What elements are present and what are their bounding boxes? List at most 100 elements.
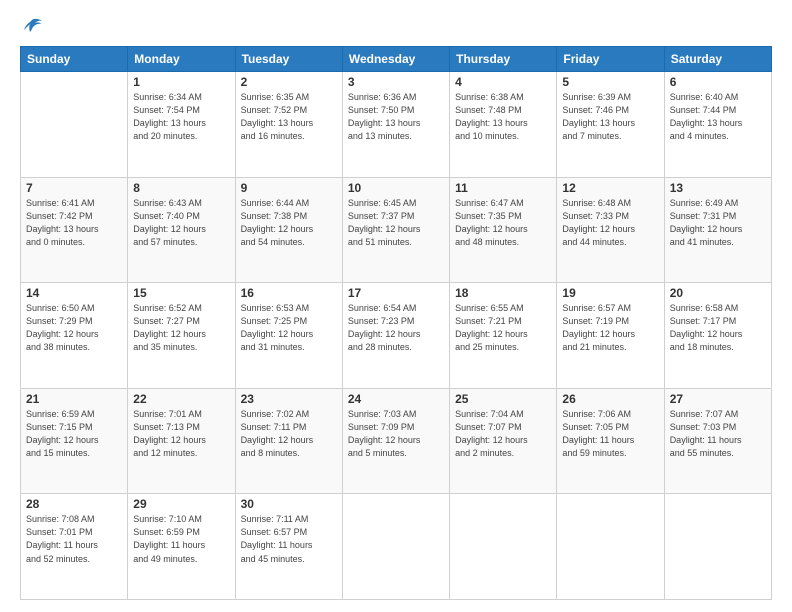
- calendar-cell: 4 Sunrise: 6:38 AM Sunset: 7:48 PM Daylig…: [450, 72, 557, 178]
- col-header-wednesday: Wednesday: [342, 47, 449, 72]
- day-number: 2: [241, 75, 337, 89]
- day-number: 18: [455, 286, 551, 300]
- calendar-cell: 28 Sunrise: 7:08 AM Sunset: 7:01 PM Dayli…: [21, 494, 128, 600]
- calendar-cell: 27 Sunrise: 7:07 AM Sunset: 7:03 PM Dayli…: [664, 388, 771, 494]
- calendar-week-3: 14 Sunrise: 6:50 AM Sunset: 7:29 PM Dayli…: [21, 283, 772, 389]
- calendar-cell: 5 Sunrise: 6:39 AM Sunset: 7:46 PM Daylig…: [557, 72, 664, 178]
- day-info: Sunrise: 7:08 AM Sunset: 7:01 PM Dayligh…: [26, 513, 122, 565]
- day-info: Sunrise: 6:58 AM Sunset: 7:17 PM Dayligh…: [670, 302, 766, 354]
- calendar-cell: 22Sunrise: 7:01 AM Sunset: 7:13 PM Dayli…: [128, 388, 235, 494]
- day-number: 12: [562, 181, 658, 195]
- day-number: 17: [348, 286, 444, 300]
- logo: [20, 18, 42, 36]
- day-number: 27: [670, 392, 766, 406]
- day-info: Sunrise: 6:52 AM Sunset: 7:27 PM Dayligh…: [133, 302, 229, 354]
- day-info: Sunrise: 6:57 AM Sunset: 7:19 PM Dayligh…: [562, 302, 658, 354]
- day-info: Sunrise: 7:06 AM Sunset: 7:05 PM Dayligh…: [562, 408, 658, 460]
- calendar-cell: 29 Sunrise: 7:10 AM Sunset: 6:59 PM Dayli…: [128, 494, 235, 600]
- day-number: 21: [26, 392, 122, 406]
- calendar-cell: [342, 494, 449, 600]
- day-number: 29: [133, 497, 229, 511]
- col-header-sunday: Sunday: [21, 47, 128, 72]
- day-number: 5: [562, 75, 658, 89]
- day-number: 10: [348, 181, 444, 195]
- day-number: 30: [241, 497, 337, 511]
- calendar-cell: 26 Sunrise: 7:06 AM Sunset: 7:05 PM Dayli…: [557, 388, 664, 494]
- calendar-cell: [664, 494, 771, 600]
- day-info: Sunrise: 6:55 AM Sunset: 7:21 PM Dayligh…: [455, 302, 551, 354]
- calendar-cell: [450, 494, 557, 600]
- day-number: 3: [348, 75, 444, 89]
- day-number: 14: [26, 286, 122, 300]
- day-info: Sunrise: 6:48 AM Sunset: 7:33 PM Dayligh…: [562, 197, 658, 249]
- col-header-friday: Friday: [557, 47, 664, 72]
- day-info: Sunrise: 6:41 AM Sunset: 7:42 PM Dayligh…: [26, 197, 122, 249]
- day-number: 19: [562, 286, 658, 300]
- calendar-cell: 14 Sunrise: 6:50 AM Sunset: 7:29 PM Dayli…: [21, 283, 128, 389]
- day-info: Sunrise: 6:53 AM Sunset: 7:25 PM Dayligh…: [241, 302, 337, 354]
- day-info: Sunrise: 7:03 AM Sunset: 7:09 PM Dayligh…: [348, 408, 444, 460]
- day-number: 6: [670, 75, 766, 89]
- calendar-cell: 21 Sunrise: 6:59 AM Sunset: 7:15 PM Dayli…: [21, 388, 128, 494]
- calendar-cell: 30Sunrise: 7:11 AM Sunset: 6:57 PM Dayli…: [235, 494, 342, 600]
- col-header-monday: Monday: [128, 47, 235, 72]
- day-info: Sunrise: 6:59 AM Sunset: 7:15 PM Dayligh…: [26, 408, 122, 460]
- calendar-cell: 13 Sunrise: 6:49 AM Sunset: 7:31 PM Dayli…: [664, 177, 771, 283]
- calendar-cell: 20 Sunrise: 6:58 AM Sunset: 7:17 PM Dayli…: [664, 283, 771, 389]
- calendar-cell: 17 Sunrise: 6:54 AM Sunset: 7:23 PM Dayli…: [342, 283, 449, 389]
- day-info: Sunrise: 6:47 AM Sunset: 7:35 PM Dayligh…: [455, 197, 551, 249]
- day-number: 13: [670, 181, 766, 195]
- calendar-cell: 11Sunrise: 6:47 AM Sunset: 7:35 PM Dayli…: [450, 177, 557, 283]
- calendar-cell: 6 Sunrise: 6:40 AM Sunset: 7:44 PM Daylig…: [664, 72, 771, 178]
- header: [20, 18, 772, 36]
- day-info: Sunrise: 6:45 AM Sunset: 7:37 PM Dayligh…: [348, 197, 444, 249]
- calendar-cell: 7 Sunrise: 6:41 AM Sunset: 7:42 PM Daylig…: [21, 177, 128, 283]
- calendar-cell: [21, 72, 128, 178]
- day-number: 28: [26, 497, 122, 511]
- calendar-cell: 1 Sunrise: 6:34 AM Sunset: 7:54 PM Daylig…: [128, 72, 235, 178]
- day-info: Sunrise: 6:39 AM Sunset: 7:46 PM Dayligh…: [562, 91, 658, 143]
- day-info: Sunrise: 7:01 AM Sunset: 7:13 PM Dayligh…: [133, 408, 229, 460]
- calendar-cell: 9Sunrise: 6:44 AM Sunset: 7:38 PM Daylig…: [235, 177, 342, 283]
- day-info: Sunrise: 6:54 AM Sunset: 7:23 PM Dayligh…: [348, 302, 444, 354]
- calendar-week-2: 7 Sunrise: 6:41 AM Sunset: 7:42 PM Daylig…: [21, 177, 772, 283]
- calendar-week-4: 21 Sunrise: 6:59 AM Sunset: 7:15 PM Dayli…: [21, 388, 772, 494]
- day-info: Sunrise: 7:07 AM Sunset: 7:03 PM Dayligh…: [670, 408, 766, 460]
- calendar-cell: 16Sunrise: 6:53 AM Sunset: 7:25 PM Dayli…: [235, 283, 342, 389]
- calendar-cell: 10 Sunrise: 6:45 AM Sunset: 7:37 PM Dayli…: [342, 177, 449, 283]
- calendar-cell: 23Sunrise: 7:02 AM Sunset: 7:11 PM Dayli…: [235, 388, 342, 494]
- calendar-header-row: SundayMondayTuesdayWednesdayThursdayFrid…: [21, 47, 772, 72]
- calendar-cell: 15Sunrise: 6:52 AM Sunset: 7:27 PM Dayli…: [128, 283, 235, 389]
- day-info: Sunrise: 6:50 AM Sunset: 7:29 PM Dayligh…: [26, 302, 122, 354]
- col-header-saturday: Saturday: [664, 47, 771, 72]
- day-number: 23: [241, 392, 337, 406]
- day-number: 24: [348, 392, 444, 406]
- calendar-week-5: 28 Sunrise: 7:08 AM Sunset: 7:01 PM Dayli…: [21, 494, 772, 600]
- day-info: Sunrise: 6:36 AM Sunset: 7:50 PM Dayligh…: [348, 91, 444, 143]
- day-number: 7: [26, 181, 122, 195]
- day-number: 4: [455, 75, 551, 89]
- day-info: Sunrise: 6:43 AM Sunset: 7:40 PM Dayligh…: [133, 197, 229, 249]
- calendar-cell: [557, 494, 664, 600]
- calendar-cell: 25Sunrise: 7:04 AM Sunset: 7:07 PM Dayli…: [450, 388, 557, 494]
- day-number: 9: [241, 181, 337, 195]
- day-info: Sunrise: 7:10 AM Sunset: 6:59 PM Dayligh…: [133, 513, 229, 565]
- day-info: Sunrise: 6:49 AM Sunset: 7:31 PM Dayligh…: [670, 197, 766, 249]
- day-number: 1: [133, 75, 229, 89]
- calendar-table: SundayMondayTuesdayWednesdayThursdayFrid…: [20, 46, 772, 600]
- day-info: Sunrise: 6:40 AM Sunset: 7:44 PM Dayligh…: [670, 91, 766, 143]
- day-info: Sunrise: 6:38 AM Sunset: 7:48 PM Dayligh…: [455, 91, 551, 143]
- calendar-cell: 12 Sunrise: 6:48 AM Sunset: 7:33 PM Dayli…: [557, 177, 664, 283]
- calendar-cell: 3 Sunrise: 6:36 AM Sunset: 7:50 PM Daylig…: [342, 72, 449, 178]
- day-info: Sunrise: 6:34 AM Sunset: 7:54 PM Dayligh…: [133, 91, 229, 143]
- day-number: 25: [455, 392, 551, 406]
- col-header-tuesday: Tuesday: [235, 47, 342, 72]
- calendar-cell: 18 Sunrise: 6:55 AM Sunset: 7:21 PM Dayli…: [450, 283, 557, 389]
- calendar-cell: 2Sunrise: 6:35 AM Sunset: 7:52 PM Daylig…: [235, 72, 342, 178]
- calendar-page: SundayMondayTuesdayWednesdayThursdayFrid…: [0, 0, 792, 612]
- calendar-cell: 19 Sunrise: 6:57 AM Sunset: 7:19 PM Dayli…: [557, 283, 664, 389]
- day-number: 20: [670, 286, 766, 300]
- day-number: 8: [133, 181, 229, 195]
- calendar-week-1: 1 Sunrise: 6:34 AM Sunset: 7:54 PM Daylig…: [21, 72, 772, 178]
- day-number: 26: [562, 392, 658, 406]
